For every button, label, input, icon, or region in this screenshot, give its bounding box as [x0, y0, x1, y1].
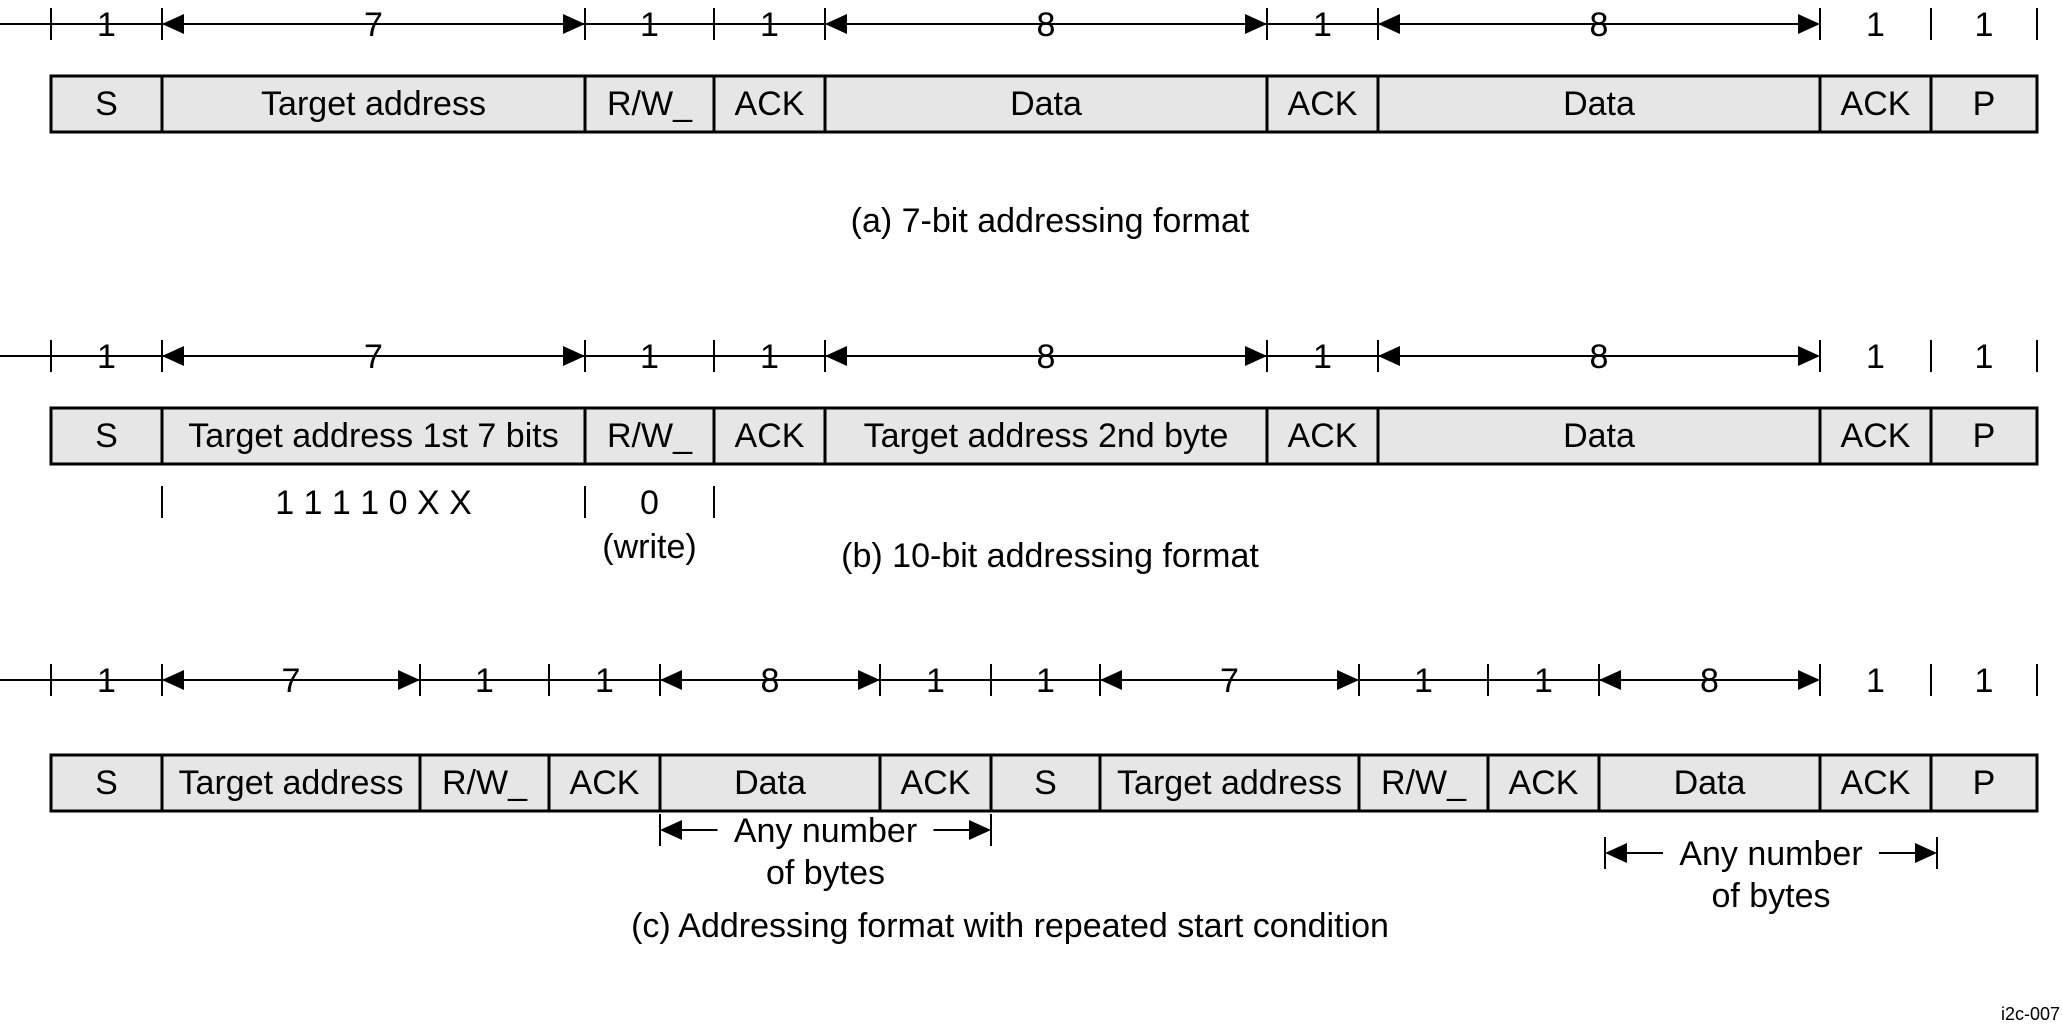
format-b-annotation-0-text: 1 1 1 1 0 X X	[275, 484, 472, 522]
format-c-field-8-label: R/W_	[1381, 764, 1467, 802]
format-c-bits-10-right-arrowhead-icon	[1798, 670, 1820, 690]
format-b-field-7-label: ACK	[1841, 417, 1911, 455]
format-a-bits-8-label: 1	[1975, 6, 1994, 44]
format-c-bits-12-label: 1	[1975, 662, 1994, 700]
format-a-field-7-label: ACK	[1841, 85, 1911, 123]
format-a-field-3-label: ACK	[735, 85, 805, 123]
format-c-span-1-line1: Any number	[1679, 835, 1862, 873]
format-b-annotation-1-subtext: (write)	[602, 528, 696, 566]
format-c-field-10-label: Data	[1674, 764, 1746, 802]
format-c-span-0-line1: Any number	[734, 812, 917, 850]
format-c-bits-10-label: 8	[1700, 662, 1719, 700]
format-b-bits-6-label: 8	[1590, 338, 1609, 376]
format-a-bits-6-label: 8	[1590, 6, 1609, 44]
format-a-caption: (a) 7-bit addressing format	[851, 202, 1250, 240]
format-c-span-0-left-arrowhead-icon	[660, 820, 682, 840]
format-b-bits-8-label: 1	[1975, 338, 1994, 376]
format-b-field-3-label: ACK	[735, 417, 805, 455]
format-b-field-2-label: R/W_	[607, 417, 693, 455]
format-b-annotation-1-text: 0	[640, 484, 659, 522]
format-a-field-1-label: Target address	[261, 85, 486, 123]
format-b-field-0-label: S	[95, 417, 118, 455]
format-a-field-2-label: R/W_	[607, 85, 693, 123]
format-a-bits-6-right-arrowhead-icon	[1798, 14, 1820, 34]
format-c-span-1-right-arrowhead-icon	[1915, 843, 1937, 863]
format-c-field-12-label: P	[1973, 764, 1996, 802]
format-c-field-11-label: ACK	[1841, 764, 1911, 802]
format-b-field-8-label: P	[1973, 417, 1996, 455]
i2c-addressing-formats-diagram: S Target address R/W_ ACK Data ACK Data ACK P1 7 1…	[0, 6, 2060, 1024]
format-c-field-2-label: R/W_	[442, 764, 528, 802]
format-a-field-0-label: S	[95, 85, 118, 123]
format-c-span-0-right-arrowhead-icon	[969, 820, 991, 840]
format-a-field-4-label: Data	[1010, 85, 1082, 123]
format-b-field-5-label: ACK	[1288, 417, 1358, 455]
format-c-field-4-label: Data	[734, 764, 806, 802]
format-a-bits-7-label: 1	[1866, 6, 1885, 44]
format-b-caption: (b) 10-bit addressing format	[841, 537, 1259, 575]
format-b-field-6-label: Data	[1563, 417, 1635, 455]
format-c-field-6-label: S	[1034, 764, 1057, 802]
format-c-caption: (c) Addressing format with repeated star…	[631, 907, 1389, 945]
format-c-field-7-label: Target address	[1117, 764, 1342, 802]
format-c-field-5-label: ACK	[901, 764, 971, 802]
format-c-span-0-line2: of bytes	[766, 854, 885, 892]
figure-id: i2c-007	[2001, 1004, 2060, 1024]
format-c-field-0-label: S	[95, 764, 118, 802]
format-c-field-9-label: ACK	[1509, 764, 1579, 802]
format-a-field-8-label: P	[1973, 85, 1996, 123]
format-b-bits-6-right-arrowhead-icon	[1798, 346, 1820, 366]
format-b-bits-7-label: 1	[1866, 338, 1885, 376]
format-b-field-4-label: Target address 2nd byte	[864, 417, 1229, 455]
format-b-field-1-label: Target address 1st 7 bits	[188, 417, 558, 455]
format-c-field-3-label: ACK	[570, 764, 640, 802]
format-a-field-5-label: ACK	[1288, 85, 1358, 123]
format-c-bits-11-label: 1	[1866, 662, 1885, 700]
format-c-span-1-line2: of bytes	[1711, 877, 1830, 915]
format-c-field-1-label: Target address	[179, 764, 404, 802]
format-a-field-6-label: Data	[1563, 85, 1635, 123]
format-c-span-1-left-arrowhead-icon	[1605, 843, 1627, 863]
